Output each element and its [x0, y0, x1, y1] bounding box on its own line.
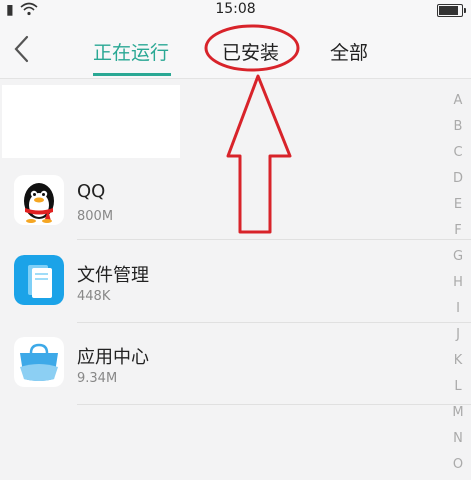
index-letter-d[interactable]: D	[448, 166, 468, 192]
index-letter-g[interactable]: G	[448, 244, 468, 270]
app-size: 9.34M	[77, 371, 118, 386]
battery-level	[439, 6, 458, 15]
index-letter-f[interactable]: F	[448, 218, 468, 244]
app-size: 800M	[77, 209, 114, 224]
index-letter-j[interactable]: J	[448, 322, 468, 348]
divider	[77, 239, 471, 240]
chevron-left-icon[interactable]	[10, 34, 36, 64]
tab-installed[interactable]: 已安装	[222, 38, 279, 65]
active-tab-indicator	[93, 73, 171, 76]
index-letter-o[interactable]: O	[448, 452, 468, 478]
app-name: QQ	[77, 181, 106, 202]
list-item-app-center[interactable]: 应用中心 9.34M	[0, 329, 440, 409]
app-center-icon	[14, 337, 64, 387]
index-letter-k[interactable]: K	[448, 348, 468, 374]
index-letter-b[interactable]: B	[448, 114, 468, 140]
list-item-file-manager[interactable]: 文件管理 448K	[0, 247, 440, 327]
tab-running[interactable]: 正在运行	[93, 38, 169, 65]
index-letter-a[interactable]: A	[448, 88, 468, 114]
index-letter-n[interactable]: N	[448, 426, 468, 452]
app-size: 448K	[77, 289, 111, 304]
divider	[77, 404, 471, 405]
blank-panel	[2, 85, 180, 158]
app-name: 文件管理	[77, 265, 149, 286]
file-manager-icon	[14, 255, 64, 305]
divider	[77, 322, 471, 323]
status-bar: ▮ 15:08	[0, 0, 471, 20]
tab-header: 正在运行 已安装 全部	[0, 20, 471, 79]
index-letter-e[interactable]: E	[448, 192, 468, 218]
tab-all[interactable]: 全部	[330, 38, 368, 65]
app-name: 应用中心	[77, 347, 149, 368]
index-letter-l[interactable]: L	[448, 374, 468, 400]
index-letter-h[interactable]: H	[448, 270, 468, 296]
index-letter-c[interactable]: C	[448, 140, 468, 166]
app-list: QQ 800M 文件管理 448K 应用中心 9.34M	[0, 79, 471, 480]
qq-penguin-icon	[14, 175, 64, 225]
index-letter-m[interactable]: M	[448, 400, 468, 426]
index-letter-i[interactable]: I	[448, 296, 468, 322]
battery-icon	[437, 4, 466, 17]
list-item-qq[interactable]: QQ 800M	[0, 167, 440, 247]
status-time: 15:08	[215, 1, 256, 17]
alphabet-index[interactable]: ABCDEFGHIJKLMNO	[448, 88, 468, 478]
